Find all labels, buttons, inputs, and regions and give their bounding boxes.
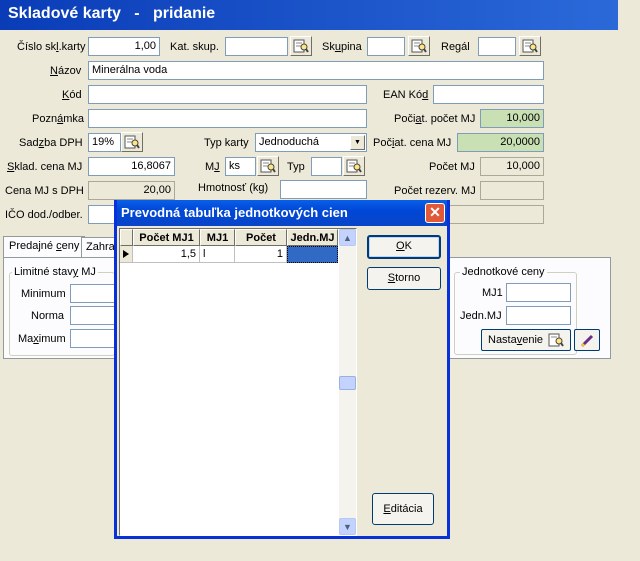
typ-lookup-button[interactable] bbox=[343, 156, 365, 176]
nazov-label: Názov bbox=[50, 65, 82, 77]
lookup-icon bbox=[346, 159, 362, 173]
poznamka-field[interactable] bbox=[88, 109, 367, 128]
ico-label: IČO dod./odber. bbox=[5, 209, 83, 221]
settings-icon bbox=[548, 332, 564, 348]
mj-lookup-button[interactable] bbox=[257, 156, 279, 176]
sklad-cena-field[interactable]: 16,8067 bbox=[88, 157, 175, 176]
sadzba-dph-label: Sadzba DPH bbox=[19, 137, 83, 149]
limits-title: Limitné stavy MJ bbox=[12, 266, 98, 279]
typ-field[interactable] bbox=[311, 157, 342, 176]
skupina-label: Skupina bbox=[322, 41, 362, 53]
minimum-field[interactable] bbox=[70, 284, 116, 303]
pociat-cena-field[interactable]: 20,0000 bbox=[457, 133, 544, 152]
conversion-grid[interactable]: Počet MJ1 MJ1 Počet Jedn.MJ 1,5 l 1 ▲ ▼ bbox=[119, 228, 357, 536]
regal-label: Regál bbox=[441, 41, 470, 53]
regal-field[interactable] bbox=[478, 37, 516, 56]
ico-field[interactable] bbox=[88, 205, 116, 224]
column-header-mj1[interactable]: MJ1 bbox=[200, 229, 235, 246]
pociat-pocet-field[interactable]: 10,000 bbox=[480, 109, 544, 128]
pocet-rezerv-label: Počet rezerv. MJ bbox=[394, 185, 476, 197]
table-row-pocet[interactable]: 1 bbox=[235, 246, 287, 263]
dialog-title: Prevodná tabuľka jednotkových cien bbox=[117, 200, 447, 226]
column-header-pocet[interactable]: Počet bbox=[235, 229, 287, 246]
minimum-label: Minimum bbox=[21, 288, 66, 300]
pocet-rezerv-field bbox=[480, 181, 544, 200]
hmotnost-field[interactable] bbox=[280, 180, 367, 199]
mj1-label: MJ1 bbox=[482, 287, 503, 299]
table-row-pocet-mj1[interactable]: 1,5 bbox=[133, 246, 200, 263]
norma-field[interactable] bbox=[70, 306, 116, 325]
ean-kod-label: EAN Kód bbox=[383, 89, 429, 101]
column-header-pocet-mj1[interactable]: Počet MJ1 bbox=[133, 229, 200, 246]
mj1-field[interactable] bbox=[506, 283, 571, 302]
unit-prices-title: Jednotkové ceny bbox=[460, 266, 547, 279]
edit-pencil-button[interactable] bbox=[574, 329, 600, 351]
cislo-karty-label: Číslo skl.karty bbox=[17, 41, 86, 53]
cena-dph-label: Cena MJ s DPH bbox=[5, 185, 84, 197]
editacia-button[interactable]: Editácia bbox=[372, 493, 434, 525]
scroll-thumb[interactable] bbox=[339, 376, 356, 390]
cislo-karty-field[interactable]: 1,00 bbox=[88, 37, 160, 56]
typ-karty-label: Typ karty bbox=[204, 137, 249, 149]
ico-extra-field bbox=[448, 205, 544, 224]
kat-skup-field[interactable] bbox=[225, 37, 288, 56]
lookup-icon bbox=[293, 39, 309, 53]
tab-predajne-ceny[interactable]: Predajné ceny bbox=[3, 236, 86, 257]
window-title: Skladové karty - pridanie bbox=[0, 0, 618, 30]
skupina-field[interactable] bbox=[367, 37, 405, 56]
regal-lookup-button[interactable] bbox=[519, 36, 541, 56]
sadzba-dph-field[interactable]: 19% bbox=[88, 133, 121, 152]
maximum-field[interactable] bbox=[70, 329, 116, 348]
pencil-icon bbox=[580, 334, 594, 348]
scroll-down-icon[interactable]: ▼ bbox=[339, 518, 356, 535]
grid-scrollbar[interactable]: ▲ ▼ bbox=[339, 229, 356, 535]
ok-button[interactable]: OK bbox=[367, 235, 441, 259]
scroll-up-icon[interactable]: ▲ bbox=[339, 229, 356, 246]
jedn-mj-field[interactable] bbox=[506, 306, 571, 325]
row-indicator-header bbox=[120, 229, 133, 246]
typ-label: Typ bbox=[287, 161, 305, 173]
poznamka-label: Poznámka bbox=[32, 113, 84, 125]
table-row-mj1[interactable]: l bbox=[200, 246, 235, 263]
kat-skup-label: Kat. skup. bbox=[170, 41, 219, 53]
row-indicator-icon bbox=[120, 246, 133, 263]
mj-label: MJ bbox=[205, 161, 220, 173]
cena-dph-field: 20,00 bbox=[88, 181, 175, 200]
sadzba-lookup-button[interactable] bbox=[121, 132, 143, 152]
nazov-field[interactable]: Minerálna voda bbox=[88, 61, 544, 80]
column-header-jedn-mj[interactable]: Jedn.MJ bbox=[287, 229, 338, 246]
lookup-icon bbox=[260, 159, 276, 173]
tab-zahranicne[interactable]: Zahra bbox=[81, 237, 115, 258]
maximum-label: Maximum bbox=[18, 333, 66, 345]
typ-karty-select[interactable]: Jednoduchá ▼ bbox=[255, 133, 367, 152]
mj-field[interactable]: ks bbox=[225, 157, 256, 176]
lookup-icon bbox=[411, 39, 427, 53]
pociat-pocet-label: Počiat. počet MJ bbox=[394, 113, 476, 125]
kod-field[interactable] bbox=[88, 85, 367, 104]
close-icon[interactable]: ✕ bbox=[425, 203, 445, 223]
skupina-lookup-button[interactable] bbox=[408, 36, 430, 56]
pocet-mj-label: Počet MJ bbox=[429, 161, 475, 173]
kat-skup-lookup-button[interactable] bbox=[290, 36, 312, 56]
lookup-icon bbox=[522, 39, 538, 53]
typ-karty-value: Jednoduchá bbox=[259, 136, 319, 148]
table-row-jedn-mj[interactable] bbox=[287, 246, 338, 263]
pociat-cena-label: Počiat. cena MJ bbox=[373, 137, 452, 149]
chevron-down-icon[interactable]: ▼ bbox=[350, 135, 365, 150]
hmotnost-label: Hmotnosť (kg) bbox=[198, 182, 269, 194]
conversion-dialog: Prevodná tabuľka jednotkových cien ✕ Poč… bbox=[114, 200, 450, 539]
pocet-mj-field: 10,000 bbox=[480, 157, 544, 176]
lookup-icon bbox=[124, 135, 140, 149]
norma-label: Norma bbox=[31, 310, 65, 322]
kod-label: Kód bbox=[62, 89, 82, 101]
storno-button[interactable]: Storno bbox=[367, 267, 441, 290]
sklad-cena-label: Sklad. cena MJ bbox=[7, 161, 83, 173]
ean-kod-field[interactable] bbox=[433, 85, 544, 104]
jedn-mj-label: Jedn.MJ bbox=[460, 310, 502, 322]
